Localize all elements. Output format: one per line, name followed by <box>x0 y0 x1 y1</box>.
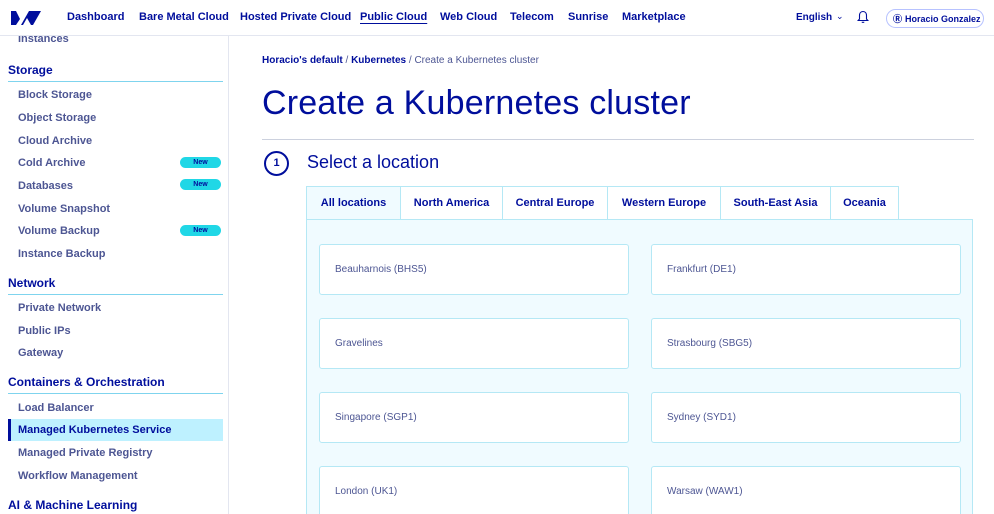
user-name: Horacio Gonzalez <box>905 13 981 24</box>
chevron-down-icon[interactable]: ⌄ <box>836 11 844 22</box>
user-icon: Ⓡ <box>893 14 903 24</box>
page-title: Create a Kubernetes cluster <box>262 84 691 122</box>
step-number: 1 <box>264 151 289 176</box>
sidebar-item-managed-kubernetes[interactable]: Managed Kubernetes Service <box>18 424 171 436</box>
location-card-sbg5[interactable]: Strasbourg (SBG5) <box>651 318 961 369</box>
location-card-de1[interactable]: Frankfurt (DE1) <box>651 244 961 295</box>
tab-south-east-asia[interactable]: South-East Asia <box>721 186 831 220</box>
sidebar-item-object-storage[interactable]: Object Storage <box>18 112 96 124</box>
ovh-logo[interactable] <box>9 9 43 27</box>
nav-bare-metal-cloud[interactable]: Bare Metal Cloud <box>139 11 229 23</box>
location-card-waw1[interactable]: Warsaw (WAW1) <box>651 466 961 514</box>
nav-marketplace[interactable]: Marketplace <box>622 11 686 23</box>
sidebar-item-private-network[interactable]: Private Network <box>18 302 101 314</box>
top-navigation: Dashboard Bare Metal Cloud Hosted Privat… <box>0 0 994 36</box>
sidebar-heading-network: Network <box>8 276 223 295</box>
breadcrumb-current: Create a Kubernetes cluster <box>414 55 539 66</box>
bell-icon[interactable] <box>857 10 869 24</box>
new-badge: New <box>180 157 221 168</box>
step-title: Select a location <box>307 152 440 172</box>
sidebar-item-workflow-management[interactable]: Workflow Management <box>18 470 138 482</box>
sidebar-item-cloud-archive[interactable]: Cloud Archive <box>18 135 92 147</box>
new-badge: New <box>180 179 221 190</box>
sidebar-item-block-storage[interactable]: Block Storage <box>18 89 92 101</box>
breadcrumb-separator: / <box>408 55 412 66</box>
location-card-syd1[interactable]: Sydney (SYD1) <box>651 392 961 443</box>
tab-north-america[interactable]: North America <box>401 186 503 220</box>
nav-web-cloud[interactable]: Web Cloud <box>440 11 497 23</box>
sidebar-heading-storage: Storage <box>8 63 223 82</box>
new-badge: New <box>180 225 221 236</box>
location-card-bhs5[interactable]: Beauharnois (BHS5) <box>319 244 629 295</box>
location-tabs: All locations North America Central Euro… <box>306 186 899 220</box>
location-panel: Beauharnois (BHS5) Frankfurt (DE1) Grave… <box>306 219 973 514</box>
tab-oceania[interactable]: Oceania <box>831 186 899 220</box>
sidebar-item-cold-archive[interactable]: Cold Archive <box>18 157 85 169</box>
tab-western-europe[interactable]: Western Europe <box>608 186 721 220</box>
nav-telecom[interactable]: Telecom <box>510 11 554 23</box>
nav-public-cloud[interactable]: Public Cloud <box>360 11 427 23</box>
sidebar-item-volume-snapshot[interactable]: Volume Snapshot <box>18 203 110 215</box>
sidebar-heading-containers: Containers & Orchestration <box>8 375 223 394</box>
sidebar-item-instances[interactable]: Instances <box>18 36 69 45</box>
tab-all-locations[interactable]: All locations <box>306 186 401 220</box>
location-card-gravelines[interactable]: Gravelines <box>319 318 629 369</box>
user-menu-button[interactable]: Ⓡ Horacio Gonzalez <box>886 9 984 28</box>
sidebar: Instances Storage Block Storage Object S… <box>0 36 229 514</box>
divider <box>262 139 974 140</box>
breadcrumb-separator: / <box>345 55 349 66</box>
sidebar-item-instance-backup[interactable]: Instance Backup <box>18 248 105 260</box>
breadcrumb-kubernetes[interactable]: Kubernetes <box>351 55 406 66</box>
nav-dashboard[interactable]: Dashboard <box>67 11 124 23</box>
sidebar-heading-ai: AI & Machine Learning <box>8 498 138 512</box>
sidebar-item-volume-backup[interactable]: Volume Backup <box>18 225 100 237</box>
sidebar-item-load-balancer[interactable]: Load Balancer <box>18 402 94 414</box>
sidebar-item-databases[interactable]: Databases <box>18 180 73 192</box>
sidebar-item-public-ips[interactable]: Public IPs <box>18 325 71 337</box>
sidebar-item-private-registry[interactable]: Managed Private Registry <box>18 447 153 459</box>
breadcrumb-project[interactable]: Horacio's default <box>262 55 343 66</box>
breadcrumb: Horacio's default / Kubernetes / Create … <box>262 55 539 66</box>
nav-sunrise[interactable]: Sunrise <box>568 11 608 23</box>
tab-central-europe[interactable]: Central Europe <box>503 186 608 220</box>
location-card-sgp1[interactable]: Singapore (SGP1) <box>319 392 629 443</box>
sidebar-item-gateway[interactable]: Gateway <box>18 347 63 359</box>
language-selector[interactable]: English <box>796 12 832 23</box>
location-card-uk1[interactable]: London (UK1) <box>319 466 629 514</box>
nav-hosted-private-cloud[interactable]: Hosted Private Cloud <box>240 11 351 23</box>
